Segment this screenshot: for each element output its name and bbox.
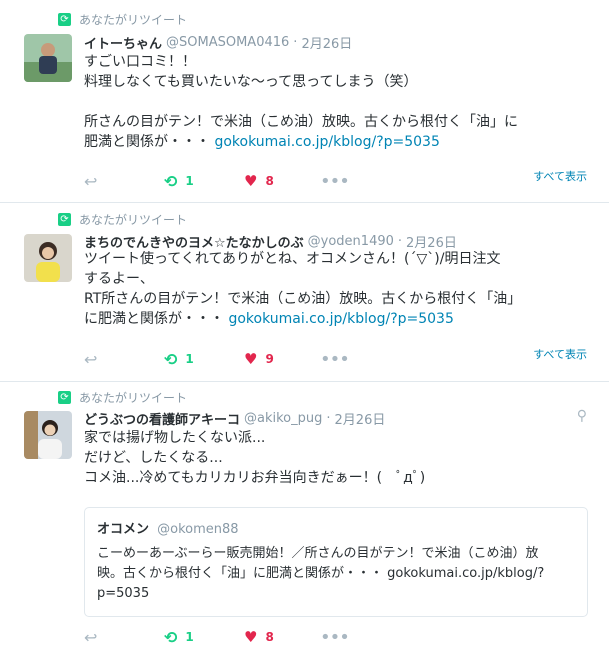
retweet-icon: ⟲ <box>164 627 178 647</box>
like-button[interactable]: ♥ 8 <box>244 627 274 647</box>
quoted-tweet[interactable]: オコメン @okomen88 こーめーあーぶーらー販売開始！／所さんの目がテン！… <box>84 507 588 617</box>
author-handle[interactable]: @yoden1490 <box>308 234 394 249</box>
tweet-line-text: 肥満と関係が・・・ <box>84 134 210 150</box>
tweet-line: すごい口コミ！！ <box>84 54 196 70</box>
quoted-author-handle: @okomen88 <box>157 522 239 537</box>
author-name[interactable]: まちのでんきやのヨメ☆たなかしのぶ <box>84 232 304 251</box>
author-handle[interactable]: @SOMASOMA0416 <box>166 35 289 50</box>
separator-dot: · <box>326 410 331 426</box>
retweet-button[interactable]: ⟲ 1 <box>164 627 194 647</box>
tweet-header: どうぶつの看護師アキーコ @akiko_pug · 2月26日 <box>84 408 385 428</box>
retweet-context: ⟳ あなたがリツイート <box>58 210 187 228</box>
reply-icon[interactable]: ↩ <box>84 171 97 191</box>
tweet-line: 所さんの目がテン！で米油（こめ油）放映。古くから根付く「油」に <box>84 114 518 130</box>
tweet-line: RT所さんの目がテン！で米油（こめ油）放映。古くから根付く「油」 <box>84 291 522 307</box>
tweet-2[interactable]: ⟳ あなたがリツイート まちのでんきやのヨメ☆たなかしのぶ @yoden1490… <box>0 203 609 382</box>
quoted-author-name: オコメン <box>97 522 150 537</box>
tweet-date[interactable]: 2月26日 <box>335 409 386 428</box>
retweet-context-label: あなたがリツイート <box>79 12 188 27</box>
tweet-date[interactable]: 2月26日 <box>301 33 352 52</box>
retweet-count: 1 <box>185 174 194 188</box>
retweet-icon: ⟲ <box>164 171 178 191</box>
tweet-line: 料理しなくても買いたいな〜って思ってしまう（笑） <box>84 74 418 90</box>
retweet-icon: ⟳ <box>58 12 71 26</box>
reply-icon[interactable]: ↩ <box>84 627 97 647</box>
tweet-line: 肥満と関係が・・・ gokokumai.co.jp/kblog/?p=5035 <box>84 132 594 152</box>
avatar[interactable] <box>24 234 72 282</box>
tweet-line: するよー、 <box>84 271 154 287</box>
retweet-button[interactable]: ⟲ 1 <box>164 349 194 369</box>
tweet-link[interactable]: gokokumai.co.jp/kblog/?p=5035 <box>214 134 439 150</box>
author-handle[interactable]: @akiko_pug <box>244 411 322 426</box>
retweet-count: 1 <box>185 630 194 644</box>
retweet-button[interactable]: ⟲ 1 <box>164 171 194 191</box>
show-all-link[interactable]: すべて表示 <box>533 168 587 184</box>
show-all-link[interactable]: すべて表示 <box>533 346 587 362</box>
separator-dot: · <box>293 34 298 50</box>
retweet-icon: ⟳ <box>58 390 71 404</box>
quoted-tweet-header: オコメン @okomen88 <box>97 518 239 537</box>
separator-dot: · <box>397 233 403 249</box>
retweet-context-label: あなたがリツイート <box>79 212 188 227</box>
like-count: 8 <box>265 174 274 188</box>
author-name[interactable]: イトーちゃん <box>84 33 162 52</box>
tweet-line <box>84 92 594 112</box>
more-icon[interactable]: ••• <box>320 171 350 192</box>
avatar[interactable] <box>24 411 72 459</box>
quoted-line: こーめーあーぶーらー販売開始！／所さんの目がテン！で米油（こめ油）放 <box>97 546 539 561</box>
tweet-line-text: に肥満と関係が・・・ <box>84 311 224 327</box>
avatar[interactable] <box>24 34 72 82</box>
retweet-icon: ⟲ <box>164 349 178 369</box>
heart-icon: ♥ <box>244 172 258 190</box>
tweet-text: すごい口コミ！！ 料理しなくても買いたいな〜って思ってしまう（笑） 所さんの目が… <box>84 52 594 152</box>
like-button[interactable]: ♥ 9 <box>244 349 274 369</box>
more-icon[interactable]: ••• <box>320 627 350 648</box>
tweet-header: まちのでんきやのヨメ☆たなかしのぶ @yoden1490 · 2月26日 <box>84 231 457 251</box>
retweet-icon: ⟳ <box>58 212 71 226</box>
retweet-context: ⟳ あなたがリツイート <box>58 10 187 28</box>
tweet-line: 家では揚げ物したくない派... <box>84 430 266 446</box>
tweet-line: だけど、したくなる... <box>84 450 223 466</box>
quoted-line: 映。古くから根付く「油」に肥満と関係が・・・ gokokumai.co.jp/k… <box>97 566 545 581</box>
tweet-1[interactable]: ⟳ あなたがリツイート イトーちゃん @SOMASOMA0416 · 2月26日… <box>0 0 609 203</box>
tweet-date[interactable]: 2月26日 <box>406 232 457 251</box>
heart-icon: ♥ <box>244 350 258 368</box>
like-count: 8 <box>265 630 274 644</box>
retweet-context-label: あなたがリツイート <box>79 390 188 405</box>
heart-icon: ♥ <box>244 628 258 646</box>
tweet-line: に肥満と関係が・・・ gokokumai.co.jp/kblog/?p=5035 <box>84 309 594 329</box>
quoted-line: p=5035 <box>97 586 150 601</box>
tweet-text: 家では揚げ物したくない派... だけど、したくなる... コメ油...冷めてもカ… <box>84 428 594 488</box>
tweet-link[interactable]: gokokumai.co.jp/kblog/?p=5035 <box>228 311 453 327</box>
retweet-count: 1 <box>185 352 194 366</box>
more-icon[interactable]: ••• <box>320 349 350 370</box>
quoted-tweet-text: こーめーあーぶーらー販売開始！／所さんの目がテン！で米油（こめ油）放 映。古くか… <box>97 544 577 604</box>
tweet-text: ツイート使ってくれてありがとね、オコメンさん！(´▽`)/明日注文 するよー、 … <box>84 249 594 329</box>
author-name[interactable]: どうぶつの看護師アキーコ <box>84 409 240 428</box>
tweet-line: ツイート使ってくれてありがとね、オコメンさん！(´▽`)/明日注文 <box>84 251 501 267</box>
location-pin-icon[interactable]: ⚲ <box>577 408 587 424</box>
reply-icon[interactable]: ↩ <box>84 349 97 369</box>
tweet-line: コメ油...冷めてもカリカリお弁当向きだぁー！( ﾟдﾟ) <box>84 470 426 486</box>
like-button[interactable]: ♥ 8 <box>244 171 274 191</box>
like-count: 9 <box>265 352 274 366</box>
tweet-3[interactable]: ⟳ あなたがリツイート ⚲ どうぶつの看護師アキーコ @akiko_pug · … <box>0 382 609 660</box>
tweet-header: イトーちゃん @SOMASOMA0416 · 2月26日 <box>84 32 352 52</box>
retweet-context: ⟳ あなたがリツイート <box>58 388 187 406</box>
